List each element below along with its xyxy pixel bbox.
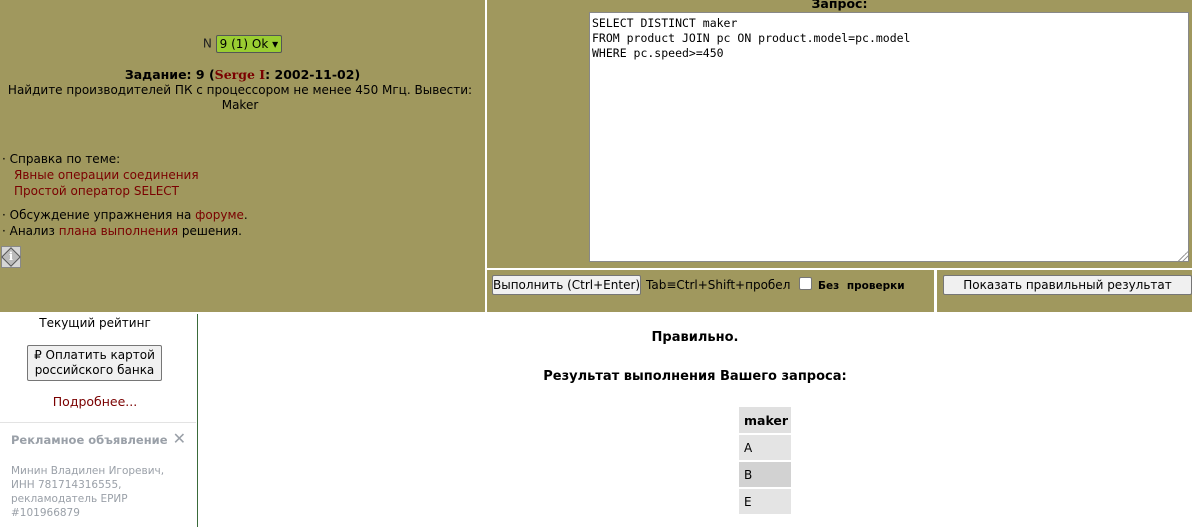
rating-label: Текущий рейтинг [39,316,151,330]
table-cell: B [739,462,791,487]
table-cell: E [739,489,791,514]
close-icon[interactable]: ✕ [173,429,186,448]
result-table: maker A B E [739,405,791,516]
chevron-down-icon: ▾ [272,37,279,51]
column-header-maker: maker [739,407,791,433]
plan-line: · Анализ плана выполнения решения. [2,223,248,239]
task-select[interactable]: 9 (1) Ok ▾ [215,35,283,53]
pay-card-button[interactable]: ₽ Оплатить картой российского банка [27,345,162,381]
resize-grip-icon[interactable] [1178,251,1188,261]
forum-suffix: . [243,208,248,222]
query-label: Запрос: [811,0,868,11]
task-description: Найдите производителей ПК с процессором … [7,83,473,112]
ad-body: Минин Владилен Игоревич, ИНН 78171431655… [11,465,165,519]
forum-link[interactable]: форуме [195,208,244,222]
table-row: E [739,489,791,514]
more-link[interactable]: Подробнее... [0,394,190,409]
show-correct-result-button[interactable]: Показать правильный результат [943,275,1192,295]
no-check-label: Без проверки [818,280,905,292]
info-icon[interactable]: i [1,246,21,268]
tab-hint: Tab≡Ctrl+Shift+пробел [646,278,791,292]
task-title-suffix: : 2002-11-02) [265,67,361,82]
task-selector-row: N 9 (1) Ok ▾ [0,35,485,53]
result-status: Правильно. [651,330,739,345]
execute-button[interactable]: Выполнить (Ctrl+Enter) [492,275,641,295]
task-title: Задание: 9 (Serge I: 2002-11-02) [0,67,485,82]
forum-line: · Обсуждение упражнения на форуме. [2,207,248,223]
plan-prefix: · Анализ [2,224,59,238]
task-title-prefix: Задание: 9 ( [124,67,215,82]
task-select-value: 9 (1) Ok [219,37,269,51]
table-row: B [739,462,791,487]
ad-block: Рекламное объявление ✕ Минин Владилен Иг… [0,422,196,527]
help-heading: · Справка по теме: [2,152,121,166]
task-author[interactable]: Serge I [215,67,265,82]
help-section: · Справка по теме: Явные операции соедин… [2,151,248,239]
query-editor[interactable]: SELECT DISTINCT maker FROM product JOIN … [589,12,1189,262]
help-link-select[interactable]: Простой оператор SELECT [14,183,248,199]
table-row: A [739,435,791,460]
result-title: Результат выполнения Вашего запроса: [543,369,847,384]
help-link-joins[interactable]: Явные операции соединения [14,167,248,183]
forum-prefix: · Обсуждение упражнения на [2,208,196,222]
table-cell: A [739,435,791,460]
plan-link[interactable]: плана выполнения [59,224,178,238]
ad-title: Рекламное объявление [11,433,168,447]
sidebar: Текущий рейтинг ₽ Оплатить картой россий… [0,314,198,527]
task-number-label: N [202,36,212,51]
no-check-checkbox[interactable] [799,277,812,290]
plan-suffix: решения. [178,224,242,238]
